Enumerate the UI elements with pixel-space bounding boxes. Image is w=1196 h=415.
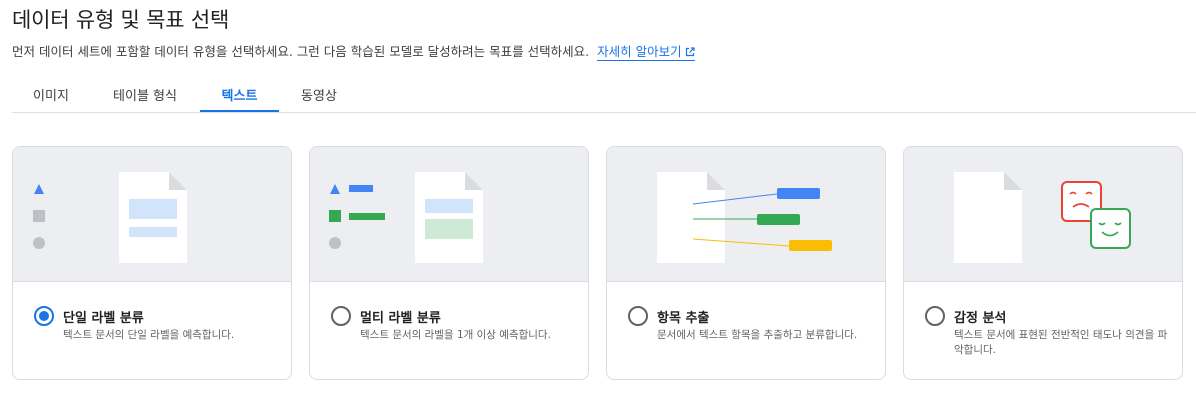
happy-face-icon [1090,208,1131,249]
entity-tag-green [757,214,800,225]
page-subtitle: 먼저 데이터 세트에 포함할 데이터 유형을 선택하세요. 그런 다음 학습된 … [12,41,695,61]
label-bar-blue [349,185,373,192]
card-title: 항목 추출 [657,311,710,326]
entity-tag-blue [777,188,820,199]
document-icon [954,172,1022,263]
tab-video[interactable]: 동영상 [279,76,359,112]
learn-more-label: 자세히 알아보기 [597,44,682,59]
radio-multi-label[interactable] [331,306,351,326]
card-description: 문서에서 텍스트 항목을 추출하고 분류합니다. [657,329,858,341]
card-description: 텍스트 문서에 표현된 전반적인 태도나 의견을 파악합니다. [954,329,1168,356]
single-label-illustration [13,147,291,282]
learn-more-link[interactable]: 자세히 알아보기 [597,44,695,61]
card-single-label-classification[interactable]: 단일 라벨 분류 텍스트 문서의 단일 라벨을 예측합니다. [12,146,292,380]
sentiment-analysis-illustration [904,147,1182,282]
square-shape [329,210,341,222]
card-title: 멀티 라벨 분류 [360,311,441,326]
triangle-shape [34,184,44,194]
open-in-new-icon [685,47,695,57]
card-title: 감정 분석 [954,311,1007,326]
entity-extraction-illustration [607,147,885,282]
tabs-divider [12,112,1196,113]
card-sentiment-analysis[interactable]: 감정 분석 텍스트 문서에 표현된 전반적인 태도나 의견을 파악합니다. [903,146,1183,380]
label-bar-green [349,213,385,220]
radio-single-label[interactable] [34,306,54,326]
card-entity-extraction[interactable]: 항목 추출 문서에서 텍스트 항목을 추출하고 분류합니다. [606,146,886,380]
tab-image[interactable]: 이미지 [12,76,90,112]
document-icon [119,172,187,263]
subtitle-text: 먼저 데이터 세트에 포함할 데이터 유형을 선택하세요. 그런 다음 학습된 … [12,44,590,59]
card-title: 단일 라벨 분류 [63,311,144,326]
circle-shape [33,237,45,249]
document-icon [415,172,483,263]
radio-entity-extraction[interactable] [628,306,648,326]
square-shape [33,210,45,222]
tab-text[interactable]: 텍스트 [200,76,279,112]
multi-label-illustration [310,147,588,282]
page-title: 데이터 유형 및 목표 선택 [12,8,230,32]
document-icon [657,172,725,263]
circle-shape [329,237,341,249]
data-type-tabs: 이미지 테이블 형식 텍스트 동영상 [12,76,359,112]
card-multi-label-classification[interactable]: 멀티 라벨 분류 텍스트 문서의 라벨을 1개 이상 예측합니다. [309,146,589,380]
card-description: 텍스트 문서의 단일 라벨을 예측합니다. [63,329,235,341]
triangle-shape [330,184,340,194]
entity-tag-yellow [789,240,832,251]
tab-tabular[interactable]: 테이블 형식 [90,76,200,112]
card-description: 텍스트 문서의 라벨을 1개 이상 예측합니다. [360,329,551,341]
radio-sentiment-analysis[interactable] [925,306,945,326]
